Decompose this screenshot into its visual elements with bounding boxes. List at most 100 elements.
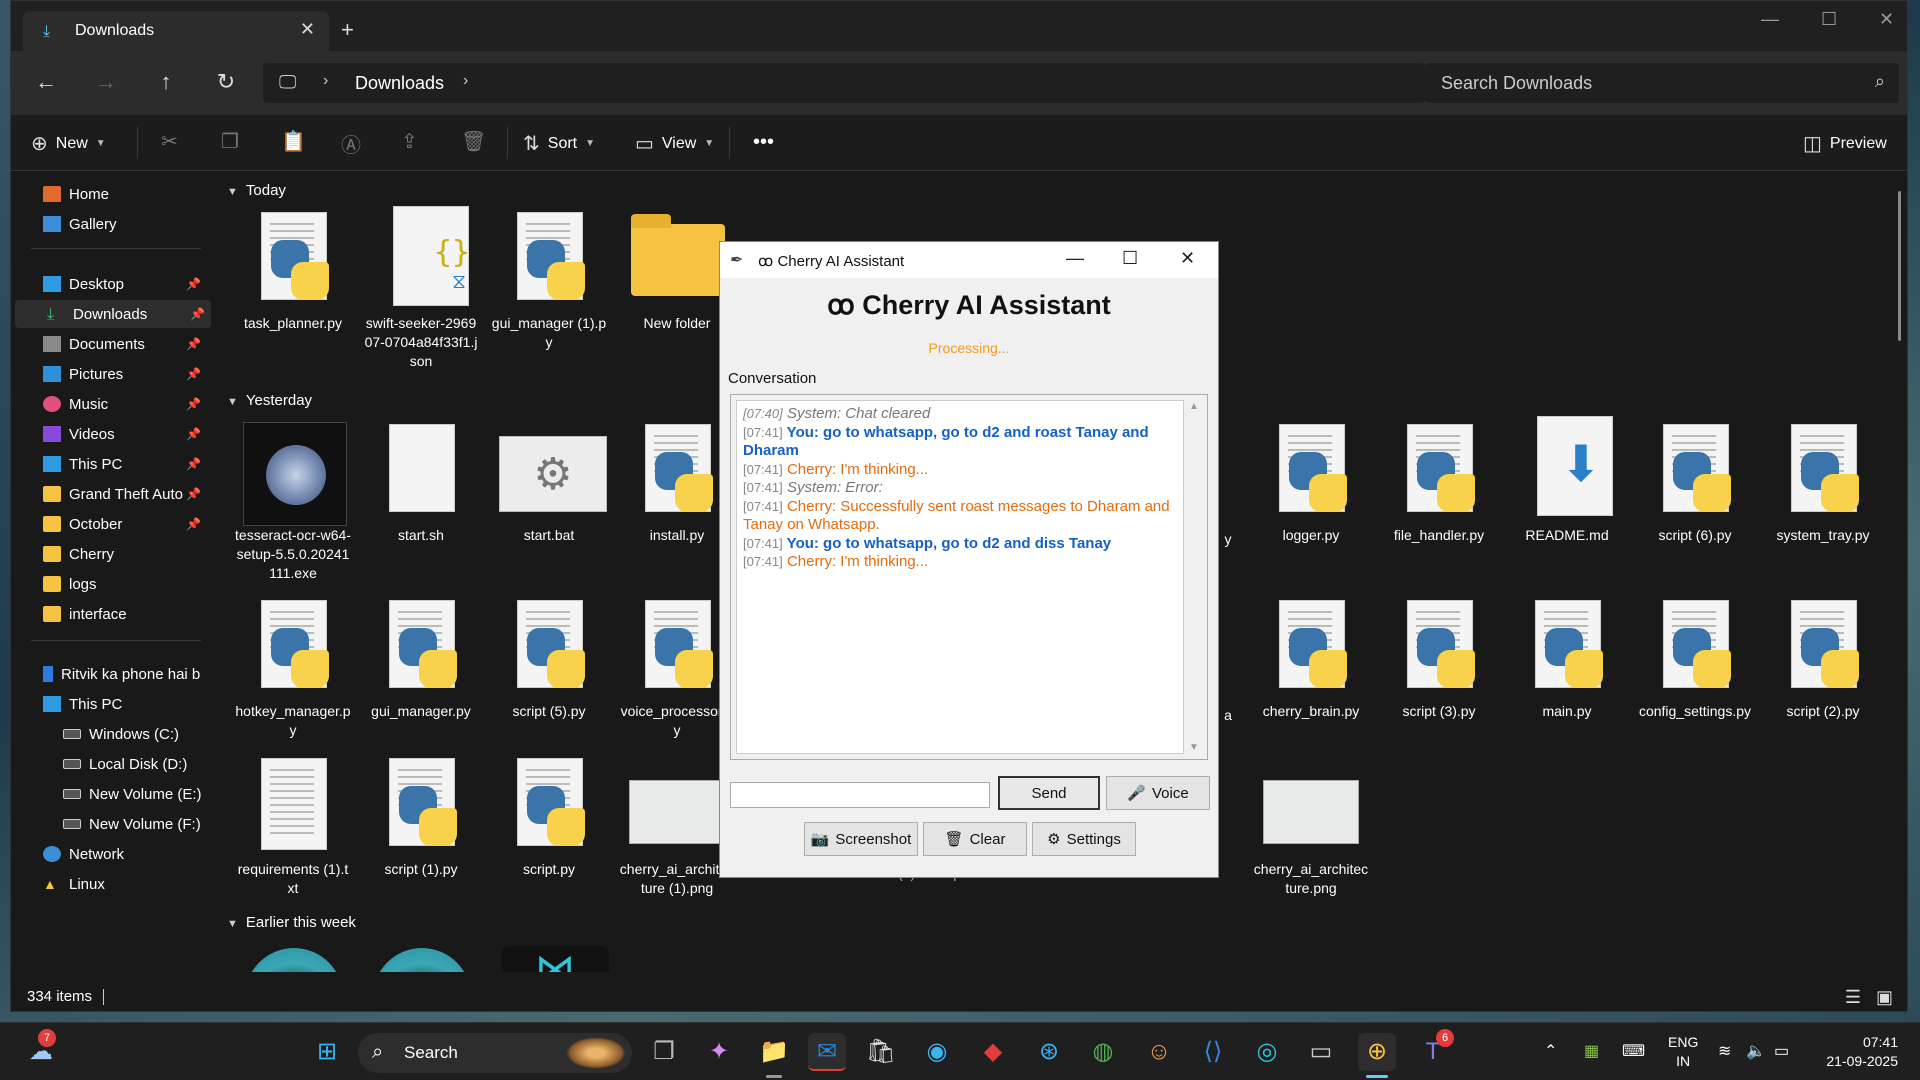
message-input[interactable]: [730, 782, 990, 808]
sidebar-item-phone[interactable]: Ritvik ka phone hai b: [11, 660, 207, 688]
sidebar-item-videos[interactable]: Videos 📌: [11, 420, 207, 448]
store-icon[interactable]: 🛍: [862, 1033, 900, 1071]
wifi-icon[interactable]: ≋: [1718, 1041, 1731, 1061]
user-app-icon[interactable]: ☺: [1140, 1033, 1178, 1071]
more-options-button[interactable]: •••: [753, 131, 774, 154]
large-icons-view-icon[interactable]: ▣: [1876, 987, 1893, 1008]
scroll-down-icon[interactable]: ▼: [1185, 742, 1203, 753]
search-box[interactable]: Search Downloads ⌕: [1425, 63, 1899, 103]
sidebar-item-network[interactable]: Network: [11, 840, 207, 868]
preview-button[interactable]: ◫ Preview: [1803, 131, 1887, 156]
sidebar-item-drive-e[interactable]: New Volume (E:): [11, 780, 207, 808]
file-item[interactable]: {} ⧖ swift-seeker-296907-0704a84f33f1.jso…: [363, 206, 479, 371]
group-header-yesterday[interactable]: ▼ Yesterday: [227, 392, 312, 409]
address-bar[interactable]: 🖵 › Downloads ›: [263, 63, 1425, 103]
clear-button[interactable]: 🗑 Clear: [923, 822, 1027, 856]
sidebar-item-music[interactable]: Music 📌: [11, 390, 207, 418]
file-item[interactable]: script (5).py: [491, 598, 607, 721]
file-item[interactable]: config_settings.py: [1637, 598, 1753, 721]
file-item[interactable]: gui_manager.py: [363, 598, 479, 721]
sidebar-item-this-pc-pinned[interactable]: This PC 📌: [11, 450, 207, 478]
file-item[interactable]: main.py: [1509, 598, 1625, 721]
refresh-button[interactable]: ↻: [211, 69, 241, 95]
chevron-right-icon[interactable]: ›: [323, 72, 328, 90]
maximize-button[interactable]: ☐: [1122, 248, 1138, 269]
vertical-scrollbar[interactable]: [1898, 191, 1901, 341]
file-item[interactable]: script (3).py: [1381, 598, 1497, 721]
forward-button[interactable]: →: [91, 69, 121, 95]
screenshot-button[interactable]: 📷 Screenshot: [804, 822, 918, 856]
file-item[interactable]: ⚙ start.bat: [491, 422, 607, 545]
cursor-app-icon[interactable]: ◎: [1248, 1033, 1286, 1071]
start-icon[interactable]: ⊞: [308, 1033, 346, 1071]
breadcrumb-downloads[interactable]: Downloads: [355, 73, 444, 94]
taskbar-search[interactable]: ⌕ Search: [358, 1033, 632, 1073]
python-app-icon[interactable]: ⊕: [1358, 1033, 1396, 1071]
group-header-today[interactable]: ▼ Today: [227, 182, 286, 199]
file-item[interactable]: task_planner.py: [235, 210, 351, 333]
sidebar-item-desktop[interactable]: Desktop 📌: [11, 270, 207, 298]
battery-icon[interactable]: ▭: [1774, 1041, 1789, 1061]
sidebar-item-home[interactable]: Home: [11, 180, 207, 208]
python-idle-icon[interactable]: ⊛: [1030, 1033, 1068, 1071]
sidebar-item-documents[interactable]: Documents 📌: [11, 330, 207, 358]
delete-icon[interactable]: 🗑: [461, 129, 486, 154]
file-item[interactable]: cherry_ai_architecture (1).png: [619, 756, 735, 898]
vscode-icon[interactable]: ⟨⟩: [1194, 1033, 1232, 1071]
tab-downloads[interactable]: ⤓ Downloads ✕: [23, 11, 329, 51]
sidebar-item-october[interactable]: October 📌: [11, 510, 207, 538]
cut-icon[interactable]: ✂: [161, 129, 178, 154]
file-item[interactable]: install.py: [619, 422, 735, 545]
file-item[interactable]: ⋈: [491, 942, 609, 972]
sidebar-item-gallery[interactable]: Gallery: [11, 210, 207, 238]
terminal-icon[interactable]: ▭: [1302, 1033, 1340, 1071]
settings-button[interactable]: ⚙ Settings: [1032, 822, 1136, 856]
conversation-log[interactable]: [07:40] System: Chat cleared [07:41] You…: [736, 400, 1184, 754]
tab-close-icon[interactable]: ✕: [300, 19, 315, 40]
sidebar-item-linux[interactable]: ▲ Linux: [11, 870, 207, 898]
sidebar-item-drive-c[interactable]: Windows (C:): [11, 720, 207, 748]
new-tab-button[interactable]: +: [341, 17, 354, 43]
file-item[interactable]: script (2).py: [1765, 598, 1881, 721]
file-item[interactable]: cherry_ai_architecture.png: [1253, 756, 1369, 898]
sidebar-item-drive-f[interactable]: New Volume (F:): [11, 810, 207, 838]
file-item[interactable]: gui_manager (1).py: [491, 210, 607, 352]
details-view-icon[interactable]: ☰: [1845, 987, 1861, 1008]
voice-button[interactable]: 🎤 Voice: [1106, 776, 1210, 810]
scroll-up-icon[interactable]: ▲: [1185, 401, 1203, 412]
file-item[interactable]: cherry_brain.py: [1253, 598, 1369, 721]
gpu-tray-icon[interactable]: ▦: [1584, 1041, 1599, 1061]
file-item[interactable]: voice_processor.py: [619, 598, 735, 740]
outlook-icon[interactable]: ✉: [808, 1033, 846, 1071]
folder-item[interactable]: New folder: [619, 210, 735, 333]
language-indicator[interactable]: ENG IN: [1668, 1033, 1698, 1071]
share-icon[interactable]: ⇪: [401, 129, 418, 154]
file-item[interactable]: script.py: [491, 756, 607, 879]
sidebar-item-gta[interactable]: Grand Theft Auto 📌: [11, 480, 207, 508]
sidebar-item-drive-d[interactable]: Local Disk (D:): [11, 750, 207, 778]
clock[interactable]: 07:41 21-09-2025: [1826, 1033, 1898, 1071]
file-item[interactable]: script (1).py: [363, 756, 479, 879]
view-button[interactable]: ▭ View ▼: [635, 131, 714, 156]
conversation-scrollbar[interactable]: ▲ ▼: [1185, 401, 1203, 753]
maximize-button[interactable]: ☐: [1821, 9, 1837, 30]
copy-icon[interactable]: ❐: [221, 129, 239, 154]
rename-icon[interactable]: Ⓐ: [341, 129, 361, 158]
file-item[interactable]: [363, 942, 479, 972]
close-button[interactable]: ✕: [1879, 9, 1894, 30]
sidebar-item-downloads[interactable]: ⤓ Downloads 📌: [15, 300, 211, 328]
file-item[interactable]: file_handler.py: [1381, 422, 1497, 545]
keyboard-icon[interactable]: ⌨: [1622, 1041, 1645, 1061]
new-button[interactable]: ⊕ New ▼: [31, 131, 106, 156]
file-item[interactable]: ⬇ README.md: [1509, 416, 1625, 545]
sidebar-item-this-pc[interactable]: This PC: [11, 690, 207, 718]
sort-button[interactable]: ⇅ Sort ▼: [523, 131, 595, 156]
file-item[interactable]: logger.py: [1253, 422, 1369, 545]
close-button[interactable]: ✕: [1180, 248, 1195, 269]
minimize-button[interactable]: —: [1066, 248, 1084, 269]
file-item[interactable]: script (6).py: [1637, 422, 1753, 545]
paste-icon[interactable]: 📋: [281, 129, 306, 154]
file-item[interactable]: tesseract-ocr-w64-setup-5.5.0.20241111.e…: [235, 422, 351, 583]
group-header-earlier[interactable]: ▼ Earlier this week: [227, 914, 356, 931]
file-item[interactable]: [235, 942, 351, 972]
